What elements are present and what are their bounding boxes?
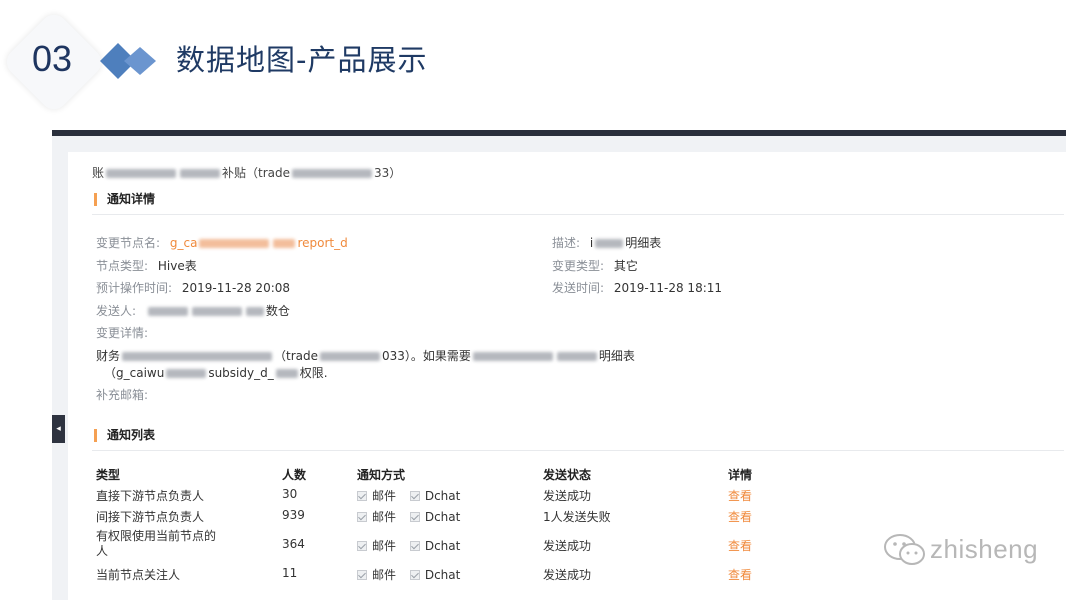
email-checkbox[interactable] — [357, 512, 367, 522]
email-checkbox[interactable] — [357, 491, 367, 501]
breadcrumb: 账补贴（trade 33） — [92, 166, 402, 180]
divider — [92, 214, 1064, 215]
row-1-status: 发送成功 — [543, 489, 592, 503]
col-header-status: 发送状态 — [543, 468, 592, 482]
divider — [92, 450, 1064, 451]
section-title-detail: 通知详情 — [94, 193, 155, 206]
row-4-methods: 邮件 Dchat — [357, 566, 460, 583]
section-number: 03 — [31, 38, 73, 79]
row-4-view-link[interactable]: 查看 — [728, 566, 752, 583]
row-1-count: 30 — [282, 487, 298, 501]
row-4-type: 当前节点关注人 — [96, 568, 181, 582]
field-change-type: 变更类型: 其它 — [552, 259, 638, 273]
field-extra-email: 补充邮箱: — [96, 388, 149, 402]
dchat-checkbox[interactable] — [409, 541, 420, 551]
row-2-methods: 邮件 Dchat — [357, 508, 460, 525]
product-screenshot: ◂ 账补贴（trade 33） 通知详情 变更节点名: g_ca report_d … — [52, 130, 1066, 600]
email-checkbox[interactable] — [357, 541, 367, 551]
redacted-text — [180, 169, 221, 178]
row-3-count: 364 — [282, 537, 305, 551]
row-2-status: 1人发送失败 — [543, 510, 611, 524]
section-title-list: 通知列表 — [94, 429, 155, 442]
field-node-type: 节点类型: Hive表 — [96, 259, 197, 273]
redacted-text — [106, 169, 177, 178]
watermark-text: zhisheng — [930, 534, 1039, 564]
top-nav-bar — [52, 130, 1066, 136]
redacted-text — [292, 169, 373, 178]
col-header-count: 人数 — [282, 468, 307, 482]
row-3-status: 发送成功 — [543, 539, 592, 553]
field-planned-time: 预计操作时间: 2019-11-28 20:08 — [96, 281, 291, 295]
field-change-detail-label: 变更详情: — [96, 326, 149, 340]
double-diamond-icon — [100, 43, 156, 79]
row-2-type: 间接下游节点负责人 — [96, 510, 205, 524]
col-header-type: 类型 — [96, 468, 121, 482]
field-send-time: 发送时间: 2019-11-28 18:11 — [552, 281, 723, 295]
row-3-methods: 邮件 Dchat — [357, 537, 460, 554]
row-1-type: 直接下游节点负责人 — [96, 489, 205, 503]
field-description: 描述: i 明细表 — [552, 236, 662, 250]
col-header-detail: 详情 — [728, 468, 753, 482]
dchat-checkbox[interactable] — [409, 570, 420, 580]
row-4-status: 发送成功 — [543, 568, 592, 582]
email-checkbox[interactable] — [357, 570, 367, 580]
col-header-method: 通知方式 — [357, 468, 406, 482]
row-1-view-link[interactable]: 查看 — [728, 487, 752, 504]
row-2-count: 939 — [282, 508, 305, 522]
node-name-link[interactable]: g_ca report_d — [170, 236, 348, 250]
sidebar-toggle-button[interactable]: ◂ — [52, 415, 65, 443]
change-detail-line-2: （g_caiwu subsidy_d_ 权限. — [104, 366, 328, 380]
row-3-view-link[interactable]: 查看 — [728, 537, 752, 554]
dchat-checkbox[interactable] — [409, 512, 420, 522]
row-1-methods: 邮件 Dchat — [357, 487, 460, 504]
row-4-count: 11 — [282, 566, 298, 580]
field-node-name: 变更节点名: g_ca report_d — [96, 236, 348, 250]
slide-title: 数据地图-产品展示 — [176, 43, 428, 77]
wechat-icon — [884, 534, 925, 565]
row-2-view-link[interactable]: 查看 — [728, 508, 752, 525]
field-sender: 发送人: 数仓 — [96, 304, 290, 318]
slide-header: 03 数据地图-产品展示 — [0, 0, 1080, 120]
row-3-type: 有权限使用当前节点的 人 — [96, 529, 217, 558]
change-detail-line-1: 财务 （trade 033）。如果需要 明细表 — [96, 349, 635, 363]
dchat-checkbox[interactable] — [409, 491, 420, 501]
